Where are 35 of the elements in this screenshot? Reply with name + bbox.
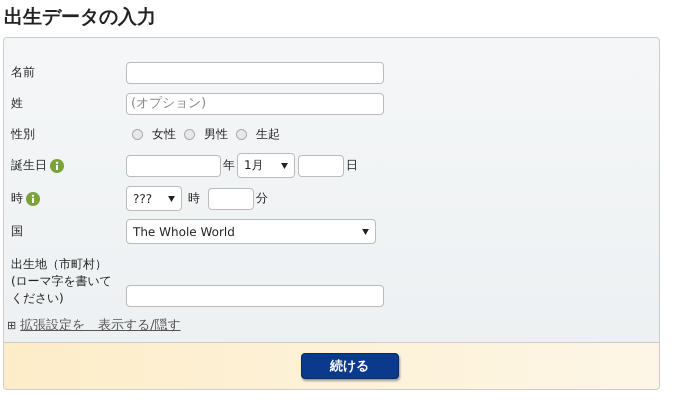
year-field[interactable]: [126, 154, 221, 176]
country-dropdown[interactable]: The Whole World: [126, 219, 376, 244]
month-dropdown[interactable]: 1月: [237, 153, 295, 178]
info-icon[interactable]: [50, 158, 64, 172]
input-field[interactable]: [126, 285, 384, 307]
info-icon[interactable]: [26, 192, 40, 206]
radio-button[interactable]: [132, 129, 143, 140]
caret-icon: [168, 196, 175, 202]
continue-button[interactable]: 続ける: [300, 353, 398, 379]
input-field[interactable]: [126, 62, 384, 84]
caret-icon: [281, 162, 288, 168]
field-label: 国: [11, 223, 24, 240]
day-field[interactable]: [298, 154, 344, 176]
field-label: 出生地（市町村） (ローマ字を書いてください): [11, 256, 113, 307]
expand-icon[interactable]: ⊞: [7, 318, 16, 332]
page-title: 出生データの入力: [3, 5, 157, 30]
field-label: 姓: [11, 95, 24, 112]
unit-label: 年: [223, 157, 235, 174]
radio-button[interactable]: [184, 129, 195, 140]
radio-label: 生起: [256, 126, 280, 143]
field-label: 誕生日: [11, 157, 47, 174]
unit-label: 時: [188, 190, 200, 207]
input-field[interactable]: (オプション): [126, 92, 384, 114]
minute-field[interactable]: [208, 188, 254, 210]
field-label: 名前: [11, 64, 36, 81]
radio-button[interactable]: [236, 129, 247, 140]
hour-dropdown[interactable]: ???: [126, 186, 182, 211]
unit-label: 分: [256, 190, 268, 207]
field-label: 時: [11, 190, 23, 207]
unit-label: 日: [346, 157, 358, 174]
caret-icon: [362, 228, 369, 234]
radio-label: 女性: [152, 126, 176, 143]
field-label: 性別: [11, 126, 36, 143]
toggle-link[interactable]: 拡張設定を 表示する/隠す: [20, 316, 181, 334]
radio-label: 男性: [204, 126, 228, 143]
